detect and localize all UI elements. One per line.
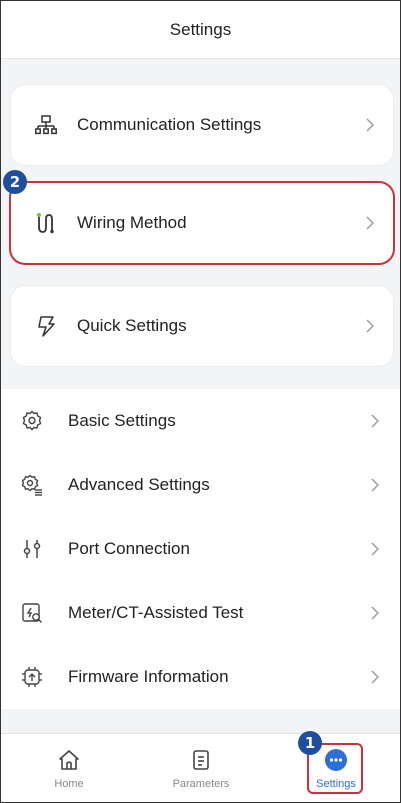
list-item-advanced-settings[interactable]: Advanced Settings [1,453,400,517]
chevron-right-icon [366,118,374,132]
port-connection-label: Port Connection [68,539,190,558]
annotation-badge-1: 1 [298,731,322,755]
gear-icon [22,410,42,431]
quick-settings-card[interactable]: Quick Settings [11,286,393,366]
tab-home[interactable]: Home [14,734,124,803]
chevron-right-icon [366,319,374,333]
header: Settings [1,1,400,59]
list-item-meter-ct-test[interactable]: Meter/CT-Assisted Test [1,581,400,645]
lightning-icon [38,316,55,337]
tab-parameters-label: Parameters [172,777,230,790]
chevron-right-icon [371,542,379,556]
meter-ct-test-label: Meter/CT-Assisted Test [68,603,244,622]
document-icon [193,749,209,770]
chevron-right-icon [371,670,379,684]
communication-settings-card[interactable]: Communication Settings [11,85,393,165]
list-item-basic-settings[interactable]: Basic Settings [1,389,400,453]
advanced-settings-label: Advanced Settings [68,475,210,494]
port-icon [23,540,41,558]
chevron-right-icon [366,216,374,230]
chevron-right-icon [371,478,379,492]
chevron-right-icon [371,414,379,428]
tab-home-label: Home [54,777,84,790]
advanced-gear-icon [21,474,42,496]
chevron-right-icon [371,606,379,620]
communication-settings-label: Communication Settings [77,115,262,134]
wiring-icon [37,213,54,234]
firmware-information-label: Firmware Information [68,667,229,686]
home-icon [59,749,79,770]
chip-icon [22,667,42,687]
meter-test-icon [22,603,42,623]
list-item-firmware-information[interactable]: Firmware Information [1,645,400,709]
page-title: Settings [169,19,232,39]
basic-settings-label: Basic Settings [68,411,176,430]
settings-list: Basic Settings Advanced Settings Port Co… [1,389,400,709]
list-item-port-connection[interactable]: Port Connection [1,517,400,581]
network-icon [35,115,57,135]
annotation-badge-2: 2 [3,170,27,194]
wiring-method-label: Wiring Method [77,213,187,232]
quick-settings-label: Quick Settings [77,316,187,335]
wiring-method-card[interactable]: Wiring Method [11,183,393,263]
tab-parameters[interactable]: Parameters [146,734,256,803]
